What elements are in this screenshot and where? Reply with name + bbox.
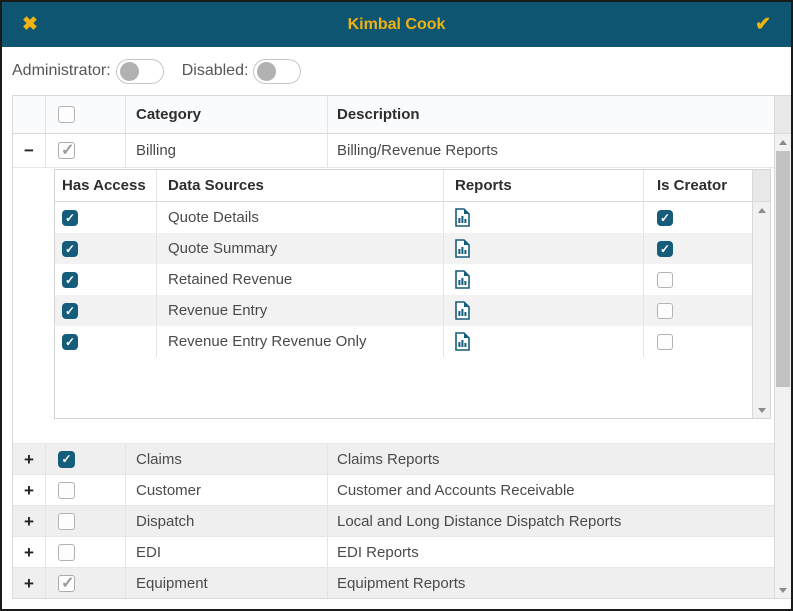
data-source-row-revenue-entry-revenue-only: Revenue Entry Revenue Only <box>55 326 752 357</box>
administrator-label: Administrator: <box>12 62 111 79</box>
data-source-row-retained-revenue: Retained Revenue <box>55 264 752 295</box>
expander-column-header <box>13 96 46 133</box>
user-permissions-dialog: ✖ Kimbal Cook ✔ Administrator: Disabled:… <box>0 0 793 611</box>
dialog-title: Kimbal Cook <box>347 15 446 33</box>
category-row-edi: + EDI EDI Reports <box>13 536 774 567</box>
data-source-cell: Retained Revenue <box>157 264 444 295</box>
report-button[interactable] <box>455 239 470 258</box>
report-icon <box>455 301 470 320</box>
data-sources-grid: Has Access Data Sources Reports Is Creat… <box>54 169 771 419</box>
disabled-toggle[interactable] <box>253 58 302 84</box>
category-grid-main: Category Description − Billing Billing/Rev… <box>13 96 774 598</box>
data-sources-column-header: Data Sources <box>157 170 444 201</box>
data-source-row-quote-details: Quote Details <box>55 202 752 233</box>
toggle-knob <box>119 61 139 81</box>
data-source-cell: Quote Summary <box>157 233 444 264</box>
category-cell: Claims <box>126 444 328 474</box>
has-access-checkbox[interactable] <box>62 209 78 226</box>
expand-button[interactable]: + <box>24 513 34 530</box>
has-access-checkbox[interactable] <box>62 271 78 288</box>
report-icon <box>455 208 470 227</box>
scrollbar-up-arrow[interactable] <box>753 202 770 218</box>
category-row-dispatch: + Dispatch Local and Long Distance Dispatc… <box>13 505 774 536</box>
category-cell: Dispatch <box>126 506 328 536</box>
category-checkbox[interactable] <box>58 140 75 160</box>
scrollbar-up-arrow[interactable] <box>775 134 791 150</box>
description-column-header: Description <box>337 106 420 123</box>
category-checkbox[interactable] <box>58 450 75 468</box>
report-button[interactable] <box>455 208 470 227</box>
expand-button[interactable]: + <box>24 482 34 499</box>
data-sources-grid-header: Has Access Data Sources Reports Is Creat… <box>55 170 752 202</box>
billing-detail-panel: Has Access Data Sources Reports Is Creat… <box>13 167 774 443</box>
expand-button[interactable]: + <box>24 544 34 561</box>
category-cell: Billing <box>126 134 328 167</box>
has-access-checkbox[interactable] <box>62 240 78 257</box>
report-icon <box>455 239 470 258</box>
has-access-checkbox[interactable] <box>62 302 78 319</box>
report-icon <box>455 332 470 351</box>
category-checkbox[interactable] <box>58 573 75 593</box>
category-checkbox[interactable] <box>58 543 75 561</box>
category-row-claims: + Claims Claims Reports <box>13 443 774 474</box>
is-creator-checkbox[interactable] <box>657 333 673 350</box>
scrollbar-down-arrow[interactable] <box>753 402 770 418</box>
toggle-bar: Administrator: Disabled: <box>12 47 319 95</box>
scrollbar-track[interactable] <box>753 202 770 418</box>
reports-column-header: Reports <box>444 170 644 201</box>
category-column-header: Category <box>126 96 328 133</box>
description-cell: Billing/Revenue Reports <box>337 142 498 159</box>
data-source-cell: Revenue Entry <box>157 295 444 326</box>
is-creator-checkbox[interactable] <box>657 271 673 288</box>
category-row-billing: − Billing Billing/Revenue Reports <box>13 134 774 167</box>
report-button[interactable] <box>455 270 470 289</box>
data-sources-grid-main: Has Access Data Sources Reports Is Creat… <box>55 170 752 418</box>
category-cell: Equipment <box>126 568 328 598</box>
report-button[interactable] <box>455 332 470 351</box>
disabled-label: Disabled: <box>181 62 249 79</box>
scrollbar-down-arrow[interactable] <box>775 582 791 598</box>
data-source-row-quote-summary: Quote Summary <box>55 233 752 264</box>
is-creator-checkbox[interactable] <box>657 302 673 319</box>
category-grid: Category Description − Billing Billing/Rev… <box>12 95 791 599</box>
description-cell: Customer and Accounts Receivable <box>337 481 575 499</box>
has-access-checkbox[interactable] <box>62 333 78 350</box>
select-all-checkbox[interactable] <box>58 106 75 123</box>
is-creator-checkbox[interactable] <box>657 240 673 257</box>
description-cell: EDI Reports <box>337 543 419 561</box>
report-icon <box>455 270 470 289</box>
description-cell: Equipment Reports <box>337 574 466 592</box>
data-source-cell: Revenue Entry Revenue Only <box>157 326 444 357</box>
checkbox-column-header <box>46 96 126 133</box>
expand-button[interactable]: + <box>24 575 34 592</box>
confirm-icon[interactable]: ✔ <box>755 15 771 34</box>
data-source-cell: Quote Details <box>157 202 444 233</box>
dialog-titlebar: ✖ Kimbal Cook ✔ <box>2 2 791 47</box>
expand-button[interactable]: + <box>24 451 34 468</box>
close-icon[interactable]: ✖ <box>22 15 38 34</box>
scrollbar-header-filler <box>775 96 791 134</box>
collapse-button[interactable]: − <box>24 142 34 159</box>
category-checkbox[interactable] <box>58 481 75 499</box>
scrollbar-track[interactable] <box>775 134 791 598</box>
description-cell: Claims Reports <box>337 450 440 468</box>
category-checkbox[interactable] <box>58 512 75 530</box>
data-sources-scrollbar[interactable] <box>752 170 770 418</box>
description-cell: Local and Long Distance Dispatch Reports <box>337 512 622 530</box>
category-grid-header: Category Description <box>13 96 774 134</box>
category-grid-scrollbar[interactable] <box>774 96 791 598</box>
category-cell: Customer <box>126 475 328 505</box>
has-access-column-header: Has Access <box>55 170 157 201</box>
category-row-equipment: + Equipment Equipment Reports <box>13 567 774 598</box>
is-creator-checkbox[interactable] <box>657 209 673 226</box>
scrollbar-thumb[interactable] <box>776 151 790 387</box>
category-cell: EDI <box>126 537 328 567</box>
toggle-knob <box>257 61 277 81</box>
administrator-toggle[interactable] <box>115 58 164 84</box>
is-creator-column-header: Is Creator <box>657 177 728 194</box>
data-source-row-revenue-entry: Revenue Entry <box>55 295 752 326</box>
scrollbar-header-filler <box>753 170 770 202</box>
report-button[interactable] <box>455 301 470 320</box>
category-row-customer: + Customer Customer and Accounts Receivabl… <box>13 474 774 505</box>
